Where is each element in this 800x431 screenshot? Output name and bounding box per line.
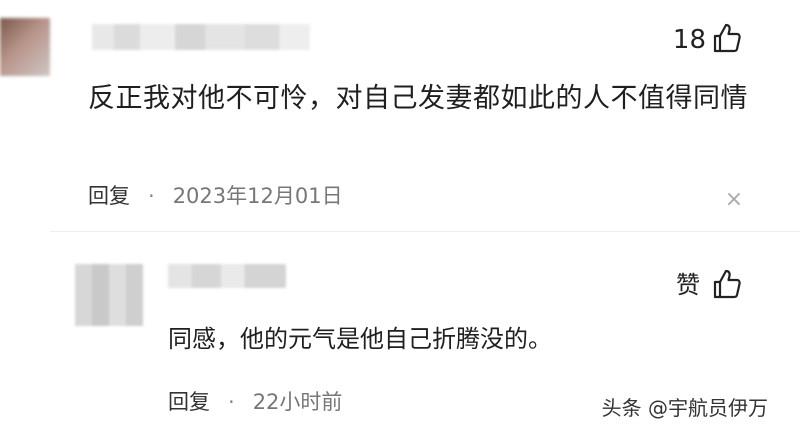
thumbs-up-icon[interactable]	[712, 268, 742, 300]
comment-text: 反正我对他不可怜，对自己发妻都如此的人不值得同情	[88, 83, 748, 114]
divider	[50, 231, 800, 232]
meta-separator: ·	[228, 390, 235, 414]
reply-meta: 回复 · 22小时前	[168, 388, 342, 416]
watermark: 头条 @宇航员伊万	[601, 396, 768, 420]
reply-author-name-blurred[interactable]	[168, 264, 286, 288]
like-count: 18	[672, 25, 706, 55]
reply-button[interactable]: 回复	[88, 184, 130, 208]
reply-text: 同感，他的元气是他自己折腾没的。	[168, 325, 552, 353]
meta-separator: ·	[148, 184, 155, 208]
thumbs-up-icon[interactable]	[712, 22, 742, 54]
reply-like-label[interactable]: 赞	[676, 269, 700, 301]
commenter-name-blurred[interactable]	[92, 24, 310, 50]
comment-timestamp: 2023年12月01日	[172, 184, 343, 208]
reply-reply-button[interactable]: 回复	[168, 390, 210, 414]
close-icon[interactable]: ×	[722, 188, 746, 212]
reply-avatar[interactable]	[75, 264, 143, 326]
comment-meta: 回复 · 2023年12月01日	[88, 182, 343, 210]
reply-timestamp: 22小时前	[252, 390, 343, 414]
commenter-avatar[interactable]	[0, 18, 50, 76]
